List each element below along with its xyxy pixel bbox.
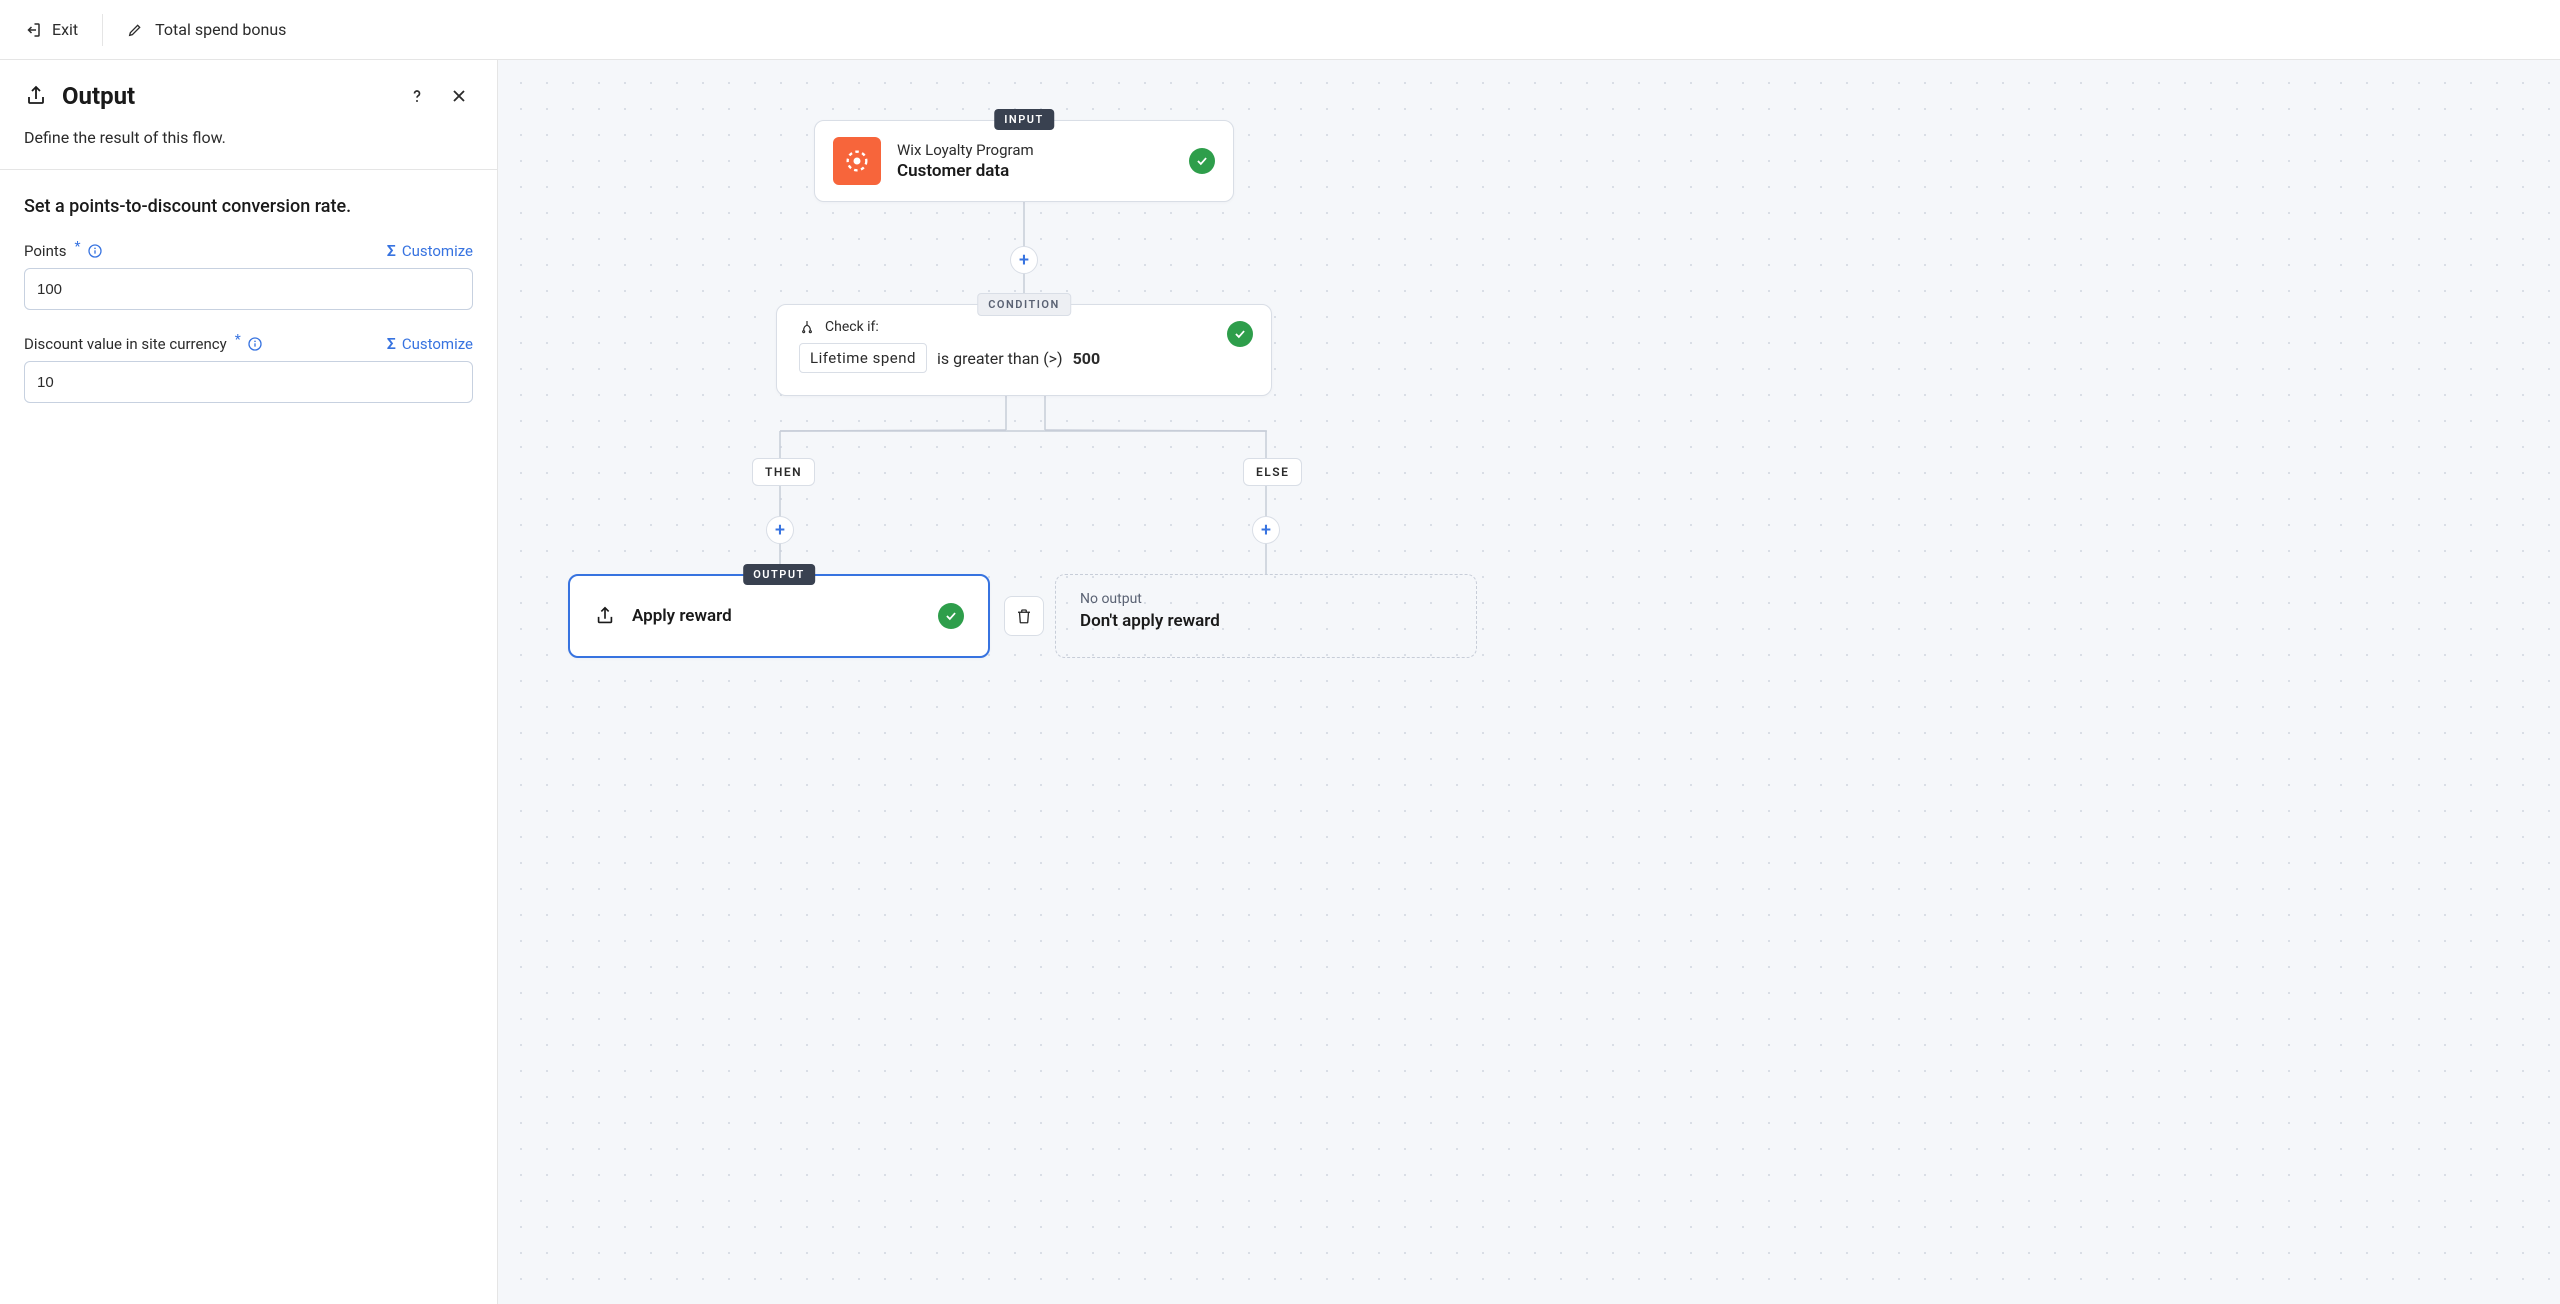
else-node-subtitle: No output [1080,591,1452,607]
main-layout: Output Define the result of this flow. S… [0,60,2560,1304]
discount-field: Discount value in site currency * Σ Cust… [24,334,473,403]
split-icon [799,319,815,335]
else-node[interactable]: No output Don't apply reward [1055,574,1477,658]
connectors [498,60,2560,1304]
check-icon [1227,321,1253,347]
flow-canvas[interactable]: INPUT Wix Loyalty Program Customer data [498,60,2560,1304]
discount-customize-link[interactable]: Customize [402,335,473,353]
check-icon [938,603,964,629]
help-button[interactable] [403,82,431,110]
condition-field-pill: Lifetime spend [799,343,927,373]
pencil-icon [127,22,143,38]
check-if-label: Check if: [825,319,879,335]
top-bar: Exit Total spend bonus [0,0,2560,60]
flow-title: Total spend bonus [155,20,286,39]
loyalty-app-icon [833,137,881,185]
exit-button[interactable]: Exit [24,14,103,46]
condition-value: 500 [1073,349,1101,368]
output-node-label: Apply reward [632,606,732,626]
sigma-icon: Σ [387,241,396,260]
info-icon[interactable] [247,336,263,352]
section-heading: Set a points-to-discount conversion rate… [24,196,473,217]
exit-label: Exit [52,20,78,39]
points-label: Points [24,242,67,260]
sigma-icon: Σ [387,334,396,353]
then-label: THEN [752,458,815,486]
input-node-data-name: Customer data [897,161,1034,181]
check-icon [1189,148,1215,174]
trash-icon [1015,607,1033,625]
output-badge: OUTPUT [743,564,815,585]
close-panel-button[interactable] [445,82,473,110]
condition-operator: is greater than (>) [937,349,1063,368]
points-input[interactable] [24,268,473,310]
delete-output-button[interactable] [1004,596,1044,636]
required-asterisk: * [235,332,241,348]
discount-label: Discount value in site currency [24,335,227,353]
points-customize-link[interactable]: Customize [402,242,473,260]
output-icon [594,605,616,627]
output-panel-title: Output [62,82,135,110]
add-step-else-button[interactable]: + [1252,516,1280,544]
discount-input[interactable] [24,361,473,403]
output-panel: Output Define the result of this flow. S… [0,60,498,1304]
input-node-app-name: Wix Loyalty Program [897,141,1034,159]
condition-badge: CONDITION [977,293,1071,316]
input-node[interactable]: INPUT Wix Loyalty Program Customer data [814,120,1234,202]
input-badge: INPUT [994,109,1054,130]
points-field: Points * Σ Customize [24,241,473,310]
output-node[interactable]: OUTPUT Apply reward [568,574,990,658]
else-node-label: Don't apply reward [1080,611,1452,631]
else-label: ELSE [1243,458,1302,486]
output-icon [24,84,48,108]
output-panel-header: Output Define the result of this flow. [0,60,497,170]
condition-node[interactable]: CONDITION Check if: Lifetime spend is gr… [776,304,1272,396]
info-icon[interactable] [87,243,103,259]
add-step-button[interactable]: + [1010,246,1038,274]
required-asterisk: * [75,239,81,255]
output-panel-body: Set a points-to-discount conversion rate… [0,170,497,429]
exit-icon [24,21,42,39]
output-panel-subtitle: Define the result of this flow. [24,128,473,147]
close-icon [449,86,469,106]
add-step-then-button[interactable]: + [766,516,794,544]
help-icon [407,86,427,106]
flow-title-area[interactable]: Total spend bonus [127,20,286,39]
